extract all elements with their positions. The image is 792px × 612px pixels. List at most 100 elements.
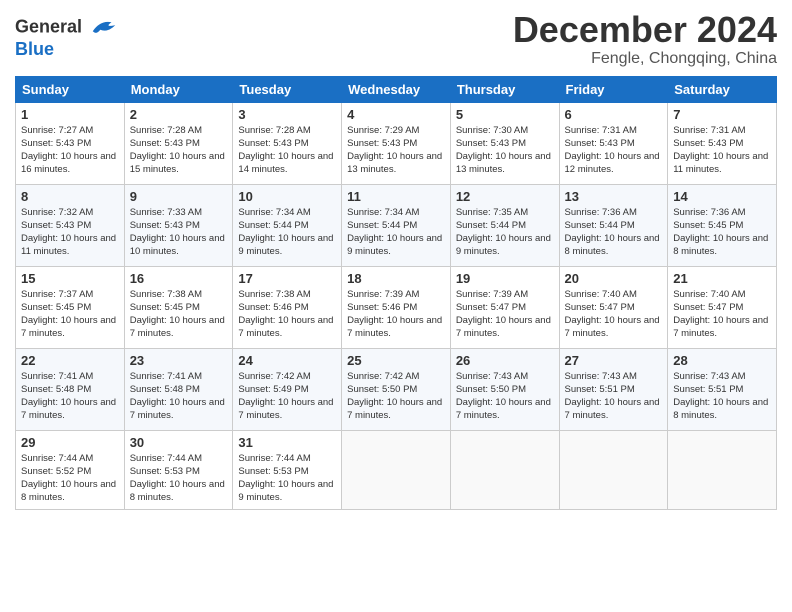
- calendar-cell: 1 Sunrise: 7:27 AMSunset: 5:43 PMDayligh…: [16, 102, 125, 184]
- day-number: 1: [21, 107, 119, 122]
- day-number: 25: [347, 353, 445, 368]
- calendar-cell: 4 Sunrise: 7:29 AMSunset: 5:43 PMDayligh…: [342, 102, 451, 184]
- day-number: 6: [565, 107, 663, 122]
- logo-text: General: [15, 15, 119, 40]
- day-header-friday: Friday: [559, 76, 668, 102]
- day-info: Sunrise: 7:43 AMSunset: 5:51 PMDaylight:…: [565, 370, 663, 423]
- day-header-wednesday: Wednesday: [342, 76, 451, 102]
- month-year-title: December 2024: [513, 10, 777, 50]
- calendar-cell: 7 Sunrise: 7:31 AMSunset: 5:43 PMDayligh…: [668, 102, 777, 184]
- day-info: Sunrise: 7:40 AMSunset: 5:47 PMDaylight:…: [673, 288, 771, 341]
- calendar-week-4: 22 Sunrise: 7:41 AMSunset: 5:48 PMDaylig…: [16, 348, 777, 430]
- day-number: 14: [673, 189, 771, 204]
- day-number: 23: [130, 353, 228, 368]
- day-number: 4: [347, 107, 445, 122]
- day-header-saturday: Saturday: [668, 76, 777, 102]
- day-number: 27: [565, 353, 663, 368]
- calendar-cell: [559, 430, 668, 509]
- calendar-cell: 19 Sunrise: 7:39 AMSunset: 5:47 PMDaylig…: [450, 266, 559, 348]
- day-info: Sunrise: 7:28 AMSunset: 5:43 PMDaylight:…: [130, 124, 228, 177]
- calendar-cell: 26 Sunrise: 7:43 AMSunset: 5:50 PMDaylig…: [450, 348, 559, 430]
- calendar-table: SundayMondayTuesdayWednesdayThursdayFrid…: [15, 76, 777, 510]
- calendar-cell: 17 Sunrise: 7:38 AMSunset: 5:46 PMDaylig…: [233, 266, 342, 348]
- day-info: Sunrise: 7:38 AMSunset: 5:46 PMDaylight:…: [238, 288, 336, 341]
- day-number: 16: [130, 271, 228, 286]
- calendar-cell: 12 Sunrise: 7:35 AMSunset: 5:44 PMDaylig…: [450, 184, 559, 266]
- calendar-cell: 25 Sunrise: 7:42 AMSunset: 5:50 PMDaylig…: [342, 348, 451, 430]
- logo: General Blue: [15, 15, 119, 60]
- calendar-cell: 11 Sunrise: 7:34 AMSunset: 5:44 PMDaylig…: [342, 184, 451, 266]
- calendar-cell: 16 Sunrise: 7:38 AMSunset: 5:45 PMDaylig…: [124, 266, 233, 348]
- day-number: 29: [21, 435, 119, 450]
- day-info: Sunrise: 7:28 AMSunset: 5:43 PMDaylight:…: [238, 124, 336, 177]
- calendar-header-row: SundayMondayTuesdayWednesdayThursdayFrid…: [16, 76, 777, 102]
- day-info: Sunrise: 7:29 AMSunset: 5:43 PMDaylight:…: [347, 124, 445, 177]
- calendar-cell: 8 Sunrise: 7:32 AMSunset: 5:43 PMDayligh…: [16, 184, 125, 266]
- calendar-cell: 30 Sunrise: 7:44 AMSunset: 5:53 PMDaylig…: [124, 430, 233, 509]
- calendar-cell: 10 Sunrise: 7:34 AMSunset: 5:44 PMDaylig…: [233, 184, 342, 266]
- day-info: Sunrise: 7:27 AMSunset: 5:43 PMDaylight:…: [21, 124, 119, 177]
- day-number: 2: [130, 107, 228, 122]
- calendar-cell: [450, 430, 559, 509]
- day-info: Sunrise: 7:30 AMSunset: 5:43 PMDaylight:…: [456, 124, 554, 177]
- day-info: Sunrise: 7:35 AMSunset: 5:44 PMDaylight:…: [456, 206, 554, 259]
- logo-text-blue: Blue: [15, 40, 119, 60]
- calendar-cell: 22 Sunrise: 7:41 AMSunset: 5:48 PMDaylig…: [16, 348, 125, 430]
- day-info: Sunrise: 7:31 AMSunset: 5:43 PMDaylight:…: [565, 124, 663, 177]
- day-number: 10: [238, 189, 336, 204]
- day-number: 22: [21, 353, 119, 368]
- title-section: December 2024 Fengle, Chongqing, China: [513, 10, 777, 68]
- day-number: 18: [347, 271, 445, 286]
- day-info: Sunrise: 7:39 AMSunset: 5:46 PMDaylight:…: [347, 288, 445, 341]
- calendar-cell: 18 Sunrise: 7:39 AMSunset: 5:46 PMDaylig…: [342, 266, 451, 348]
- calendar-cell: 27 Sunrise: 7:43 AMSunset: 5:51 PMDaylig…: [559, 348, 668, 430]
- calendar-cell: [668, 430, 777, 509]
- day-number: 30: [130, 435, 228, 450]
- calendar-week-2: 8 Sunrise: 7:32 AMSunset: 5:43 PMDayligh…: [16, 184, 777, 266]
- day-number: 8: [21, 189, 119, 204]
- day-info: Sunrise: 7:39 AMSunset: 5:47 PMDaylight:…: [456, 288, 554, 341]
- calendar-week-3: 15 Sunrise: 7:37 AMSunset: 5:45 PMDaylig…: [16, 266, 777, 348]
- day-info: Sunrise: 7:31 AMSunset: 5:43 PMDaylight:…: [673, 124, 771, 177]
- day-info: Sunrise: 7:38 AMSunset: 5:45 PMDaylight:…: [130, 288, 228, 341]
- day-number: 21: [673, 271, 771, 286]
- calendar-cell: 5 Sunrise: 7:30 AMSunset: 5:43 PMDayligh…: [450, 102, 559, 184]
- calendar-week-5: 29 Sunrise: 7:44 AMSunset: 5:52 PMDaylig…: [16, 430, 777, 509]
- day-info: Sunrise: 7:43 AMSunset: 5:50 PMDaylight:…: [456, 370, 554, 423]
- day-number: 5: [456, 107, 554, 122]
- day-info: Sunrise: 7:36 AMSunset: 5:45 PMDaylight:…: [673, 206, 771, 259]
- day-number: 13: [565, 189, 663, 204]
- calendar-cell: 31 Sunrise: 7:44 AMSunset: 5:53 PMDaylig…: [233, 430, 342, 509]
- day-number: 12: [456, 189, 554, 204]
- calendar-cell: 15 Sunrise: 7:37 AMSunset: 5:45 PMDaylig…: [16, 266, 125, 348]
- day-number: 7: [673, 107, 771, 122]
- calendar-cell: 24 Sunrise: 7:42 AMSunset: 5:49 PMDaylig…: [233, 348, 342, 430]
- day-number: 24: [238, 353, 336, 368]
- day-info: Sunrise: 7:34 AMSunset: 5:44 PMDaylight:…: [347, 206, 445, 259]
- calendar-cell: 3 Sunrise: 7:28 AMSunset: 5:43 PMDayligh…: [233, 102, 342, 184]
- day-number: 9: [130, 189, 228, 204]
- day-info: Sunrise: 7:37 AMSunset: 5:45 PMDaylight:…: [21, 288, 119, 341]
- day-info: Sunrise: 7:34 AMSunset: 5:44 PMDaylight:…: [238, 206, 336, 259]
- location-subtitle: Fengle, Chongqing, China: [513, 50, 777, 68]
- day-info: Sunrise: 7:42 AMSunset: 5:49 PMDaylight:…: [238, 370, 336, 423]
- calendar-cell: 29 Sunrise: 7:44 AMSunset: 5:52 PMDaylig…: [16, 430, 125, 509]
- calendar-cell: 20 Sunrise: 7:40 AMSunset: 5:47 PMDaylig…: [559, 266, 668, 348]
- day-number: 31: [238, 435, 336, 450]
- day-info: Sunrise: 7:44 AMSunset: 5:53 PMDaylight:…: [238, 452, 336, 505]
- calendar-cell: 9 Sunrise: 7:33 AMSunset: 5:43 PMDayligh…: [124, 184, 233, 266]
- day-info: Sunrise: 7:32 AMSunset: 5:43 PMDaylight:…: [21, 206, 119, 259]
- day-info: Sunrise: 7:36 AMSunset: 5:44 PMDaylight:…: [565, 206, 663, 259]
- calendar-week-1: 1 Sunrise: 7:27 AMSunset: 5:43 PMDayligh…: [16, 102, 777, 184]
- day-number: 20: [565, 271, 663, 286]
- day-info: Sunrise: 7:41 AMSunset: 5:48 PMDaylight:…: [130, 370, 228, 423]
- day-header-monday: Monday: [124, 76, 233, 102]
- calendar-cell: 6 Sunrise: 7:31 AMSunset: 5:43 PMDayligh…: [559, 102, 668, 184]
- day-info: Sunrise: 7:44 AMSunset: 5:52 PMDaylight:…: [21, 452, 119, 505]
- calendar-cell: [342, 430, 451, 509]
- day-number: 26: [456, 353, 554, 368]
- header: General Blue December 2024 Fengle, Chong…: [15, 10, 777, 68]
- day-header-thursday: Thursday: [450, 76, 559, 102]
- day-info: Sunrise: 7:43 AMSunset: 5:51 PMDaylight:…: [673, 370, 771, 423]
- day-number: 19: [456, 271, 554, 286]
